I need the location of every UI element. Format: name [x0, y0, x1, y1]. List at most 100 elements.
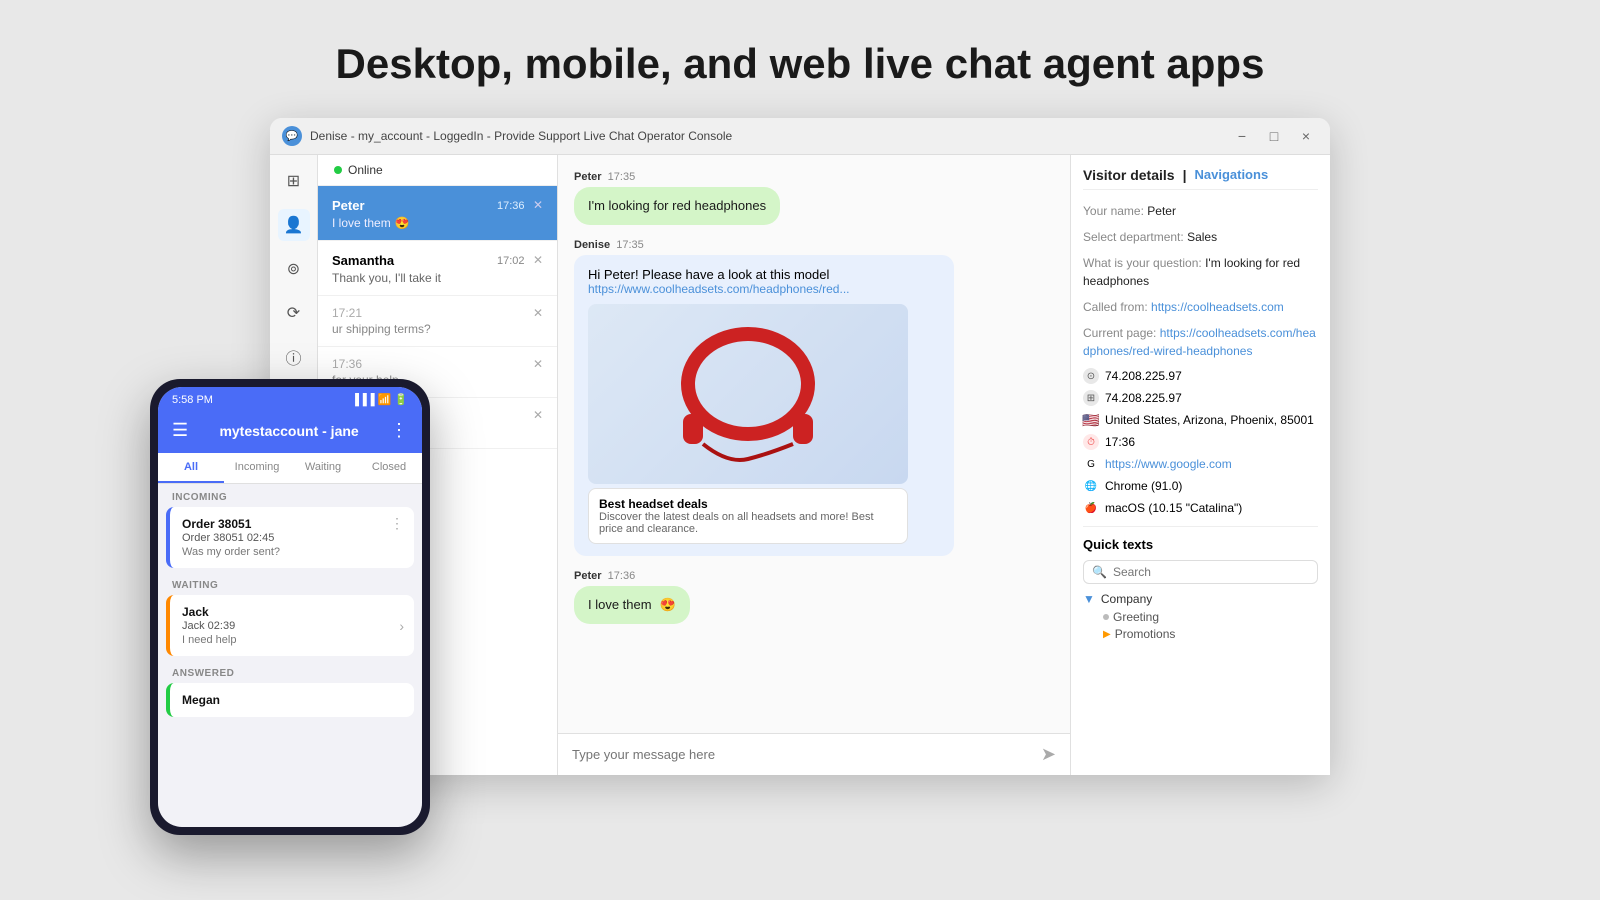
mobile-tab-incoming[interactable]: Incoming — [224, 453, 290, 483]
peter-time: 17:36 — [497, 200, 525, 212]
maximize-button[interactable]: □ — [1262, 124, 1286, 148]
mobile-order-sub: Order 38051 02:45 — [182, 532, 402, 544]
chat-messages: Peter 17:35 I'm looking for red headphon… — [558, 155, 1070, 733]
product-title: Best headset deals — [599, 497, 897, 511]
mobile-tab-waiting[interactable]: Waiting — [290, 453, 356, 483]
mobile-chat-order[interactable]: Order 38051 Order 38051 02:45 Was my ord… — [166, 507, 414, 568]
window-controls: − □ × — [1230, 124, 1318, 148]
detail-called-from: Called from: https://coolheadsets.com — [1083, 298, 1318, 316]
ip2-icon: ⊞ — [1083, 390, 1099, 406]
mobile-signal-icons: ▐▐▐ 📶 🔋 — [351, 393, 408, 406]
ip-icon: ⊙ — [1083, 368, 1099, 384]
mobile-tabs: All Incoming Waiting Closed — [158, 453, 422, 484]
mobile-phone: 5:58 PM ▐▐▐ 📶 🔋 ☰ mytestaccount - jane ⋮… — [150, 379, 430, 835]
search-box: 🔍 — [1083, 560, 1318, 584]
peter-name: Peter — [332, 198, 365, 213]
peter-love-sender-info: Peter 17:36 — [574, 570, 1054, 582]
mobile-menu-icon[interactable]: ☰ — [172, 420, 188, 441]
denise-msg-content: Hi Peter! Please have a look at this mod… — [574, 255, 954, 556]
visitor-details-title: Visitor details — [1083, 167, 1175, 183]
flag-icon: 🇺🇸 — [1083, 412, 1099, 428]
detail-question: What is your question: I'm looking for r… — [1083, 254, 1318, 290]
samantha-time: 17:02 — [497, 255, 525, 267]
mobile-time: 5:58 PM — [172, 394, 213, 406]
close-button[interactable]: × — [1294, 124, 1318, 148]
msg-peter-love: Peter 17:36 I love them 😍 — [574, 570, 1054, 624]
chat-item-samantha[interactable]: Samantha 17:02 ✕ Thank you, I'll take it — [318, 241, 557, 296]
qt-greeting[interactable]: Greeting — [1083, 610, 1318, 624]
company-arrow: ▼ — [1083, 592, 1095, 606]
detail-referrer: G https://www.google.com — [1083, 456, 1318, 472]
mobile-chat-megan[interactable]: Megan — [166, 683, 414, 717]
mobile-order-name: Order 38051 — [182, 517, 402, 531]
greeting-dot — [1103, 614, 1109, 620]
mobile-order-msg: Was my order sent? — [182, 546, 402, 558]
mobile-tab-closed[interactable]: Closed — [356, 453, 422, 483]
peter-emoji: 😍 — [395, 216, 410, 230]
visitor-panel-header: Visitor details | Navigations — [1083, 167, 1318, 190]
mobile-more-icon[interactable]: ⋮ — [390, 420, 408, 441]
message-input[interactable] — [572, 747, 1033, 762]
quick-texts-header: Quick texts — [1083, 537, 1318, 552]
chat-input-area: ➤ — [558, 733, 1070, 775]
app-icon: 💬 — [282, 126, 302, 146]
product-card: Best headset deals Discover the latest d… — [588, 488, 908, 544]
status-text: Online — [348, 163, 383, 177]
denise-text: Hi Peter! Please have a look at this mod… — [588, 267, 940, 282]
mobile-jack-msg: I need help — [182, 634, 402, 646]
detail-ip2: ⊞ 74.208.225.97 — [1083, 390, 1318, 406]
peter-preview: I love them — [332, 216, 391, 230]
navigations-link[interactable]: Navigations — [1194, 167, 1268, 183]
search-icon: 🔍 — [1092, 565, 1107, 579]
mac-icon: 🍎 — [1083, 500, 1099, 516]
sidebar-home-icon[interactable]: ⊞ — [278, 165, 310, 197]
chrome-icon: 🌐 — [1083, 478, 1099, 494]
chat-main: Peter 17:35 I'm looking for red headphon… — [558, 155, 1070, 775]
anon1-close[interactable]: ✕ — [533, 306, 543, 320]
anon3-close[interactable]: ✕ — [533, 408, 543, 422]
headphone-image — [588, 304, 908, 484]
samantha-name: Samantha — [332, 253, 394, 268]
sidebar-search-icon[interactable]: ⊚ — [278, 253, 310, 285]
mobile-jack-sub: Jack 02:39 — [182, 620, 402, 632]
mobile-incoming-label: INCOMING — [158, 484, 422, 507]
minimize-button[interactable]: − — [1230, 124, 1254, 148]
headphone-svg — [648, 324, 848, 464]
mobile-jack-name: Jack — [182, 605, 402, 619]
samantha-close[interactable]: ✕ — [533, 253, 543, 267]
mobile-header: ☰ mytestaccount - jane ⋮ — [158, 412, 422, 453]
promotions-arrow: ▶ — [1103, 629, 1111, 640]
qt-promotions[interactable]: ▶ Promotions — [1083, 627, 1318, 641]
qt-company: ▼ Company — [1083, 592, 1318, 606]
search-input[interactable] — [1113, 565, 1309, 579]
clock-icon: ⏱ — [1083, 434, 1099, 450]
peter-close[interactable]: ✕ — [533, 198, 543, 212]
detail-time: ⏱ 17:36 — [1083, 434, 1318, 450]
detail-os: 🍎 macOS (10.15 "Catalina") — [1083, 500, 1318, 516]
status-bar: Online — [318, 155, 557, 186]
peter-bubble-love: I love them 😍 — [574, 586, 690, 624]
msg-denise-reply: Denise 17:35 Hi Peter! Please have a loo… — [574, 239, 1054, 556]
sidebar-info-icon[interactable]: ⓘ — [278, 341, 310, 373]
mobile-chat-jack[interactable]: Jack Jack 02:39 I need help › — [166, 595, 414, 656]
denise-link[interactable]: https://www.coolheadsets.com/headphones/… — [588, 282, 940, 296]
mobile-jack-arrow[interactable]: › — [399, 618, 404, 634]
mobile-answered-label: ANSWERED — [158, 660, 422, 683]
mobile-account-name: mytestaccount - jane — [219, 423, 358, 439]
chat-item-peter[interactable]: Peter 17:36 ✕ I love them 😍 — [318, 186, 557, 241]
google-icon: G — [1083, 456, 1099, 472]
anon2-close[interactable]: ✕ — [533, 357, 543, 371]
chat-item-anon1[interactable]: 17:21 ✕ ur shipping terms? — [318, 296, 557, 347]
mobile-statusbar: 5:58 PM ▐▐▐ 📶 🔋 — [158, 387, 422, 412]
sidebar-chat-icon[interactable]: 👤 — [278, 209, 310, 241]
detail-ip1: ⊙ 74.208.225.97 — [1083, 368, 1318, 384]
window-title: Denise - my_account - LoggedIn - Provide… — [310, 129, 1230, 143]
detail-dept: Select department: Sales — [1083, 228, 1318, 246]
window-titlebar: 💬 Denise - my_account - LoggedIn - Provi… — [270, 118, 1330, 155]
mobile-order-dots[interactable]: ⋮ — [390, 515, 404, 532]
sidebar-settings-icon[interactable]: ⟳ — [278, 297, 310, 329]
product-desc: Discover the latest deals on all headset… — [599, 511, 897, 535]
mobile-tab-all[interactable]: All — [158, 453, 224, 483]
send-button[interactable]: ➤ — [1041, 744, 1056, 765]
love-text: I love them — [588, 596, 652, 614]
